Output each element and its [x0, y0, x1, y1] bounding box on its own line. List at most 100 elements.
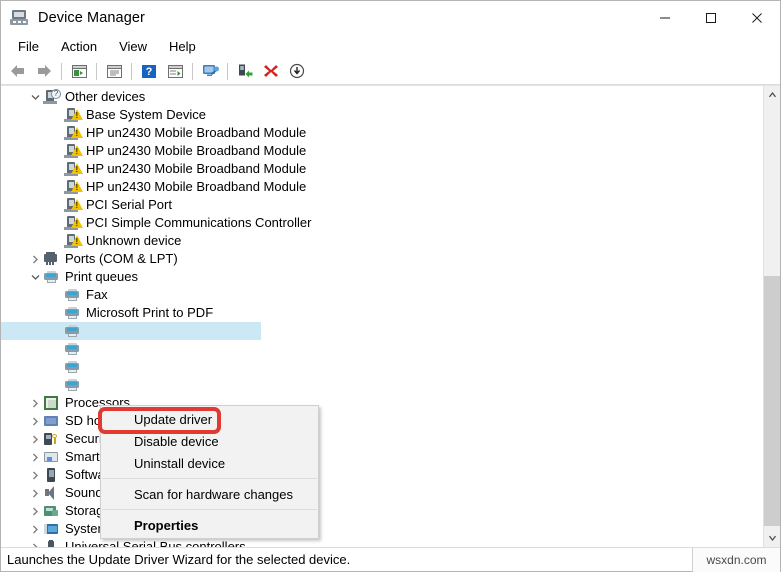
show-hide-action-pane-icon — [167, 64, 183, 78]
forward-icon — [38, 65, 51, 77]
minimize-button[interactable] — [642, 1, 688, 35]
tree-expander[interactable] — [27, 525, 43, 534]
uninstall-device-button[interactable] — [259, 60, 283, 83]
tree-row-label: Fax — [86, 287, 108, 302]
tree-row-label: Universal Serial Bus controllers — [65, 539, 246, 547]
tree-expander[interactable] — [27, 94, 43, 101]
toolbar: ? — [1, 58, 780, 85]
back-icon — [11, 65, 24, 77]
tree-row[interactable]: HP un2430 Mobile Broadband Module — [1, 178, 763, 196]
close-icon — [752, 13, 762, 23]
context-menu-item-disable-device[interactable]: Disable device — [101, 430, 318, 452]
tree-row-label: HP un2430 Mobile Broadband Module — [86, 179, 307, 194]
context-menu[interactable]: Update driver Disable device Uninstall dev… — [100, 405, 319, 539]
update-driver-icon — [238, 64, 252, 78]
disable-device-button[interactable] — [285, 60, 309, 83]
printer-icon — [64, 287, 81, 303]
context-menu-separator — [102, 478, 317, 479]
device-warning-icon — [64, 107, 83, 123]
tree-row[interactable] — [1, 376, 763, 394]
tree-expander[interactable] — [27, 435, 43, 444]
device-warning-icon — [64, 179, 83, 195]
context-menu-item-properties[interactable]: Properties — [101, 514, 318, 536]
properties-button[interactable] — [102, 60, 126, 83]
tree-row[interactable]: HP un2430 Mobile Broadband Module — [1, 124, 763, 142]
status-bar: Launches the Update Driver Wizard for th… — [1, 547, 780, 572]
context-menu-item-scan-for-hardware-changes[interactable]: Scan for hardware changes — [101, 483, 318, 505]
tree-row[interactable]: PCI Simple Communications Controller — [1, 214, 763, 232]
context-menu-separator — [102, 509, 317, 510]
window-controls — [642, 1, 780, 35]
tree-row[interactable]: Universal Serial Bus controllers — [1, 538, 763, 547]
toolbar-separator — [96, 62, 97, 80]
tree-row[interactable]: Base System Device — [1, 106, 763, 124]
chevron-right-icon — [32, 255, 38, 263]
menu-bar: File Action View Help — [1, 35, 780, 58]
device-warning-icon — [64, 197, 83, 213]
help-icon: ? — [142, 64, 156, 78]
tree-row-label: HP un2430 Mobile Broadband Module — [86, 125, 307, 140]
chevron-right-icon — [32, 525, 38, 533]
tree-row[interactable] — [1, 358, 763, 376]
close-button[interactable] — [734, 1, 780, 35]
system-device-icon — [43, 521, 60, 537]
tree-expander[interactable] — [27, 489, 43, 498]
tree-expander[interactable] — [27, 471, 43, 480]
tree-expander[interactable] — [27, 399, 43, 408]
chevron-down-icon — [31, 94, 39, 100]
context-menu-item-update-driver[interactable]: Update driver — [101, 408, 318, 430]
vertical-scrollbar[interactable] — [763, 86, 780, 547]
maximize-button[interactable] — [688, 1, 734, 35]
disable-device-icon — [289, 63, 305, 79]
tree-row[interactable]: HP un2430 Mobile Broadband Module — [1, 160, 763, 178]
properties-icon — [106, 64, 122, 78]
back-button[interactable] — [6, 60, 30, 83]
port-icon — [43, 251, 60, 267]
tree-row[interactable]: Fax — [1, 286, 763, 304]
scroll-up-arrow-icon — [769, 92, 776, 98]
tree-row[interactable]: PCI Serial Port — [1, 196, 763, 214]
tree-row[interactable]: Print queues — [1, 268, 763, 286]
scroll-up-button[interactable] — [764, 86, 780, 103]
tree-expander[interactable] — [27, 255, 43, 264]
uninstall-device-icon — [264, 65, 278, 77]
tree-row[interactable] — [1, 322, 261, 340]
tree-row[interactable] — [1, 340, 763, 358]
help-button[interactable]: ? — [137, 60, 161, 83]
tree-row[interactable]: Microsoft Print to PDF — [1, 304, 763, 322]
menu-action[interactable]: Action — [50, 37, 108, 56]
show-hide-console-tree-button[interactable] — [67, 60, 91, 83]
scroll-down-button[interactable] — [764, 530, 780, 547]
tree-row[interactable]: HP un2430 Mobile Broadband Module — [1, 142, 763, 160]
chevron-right-icon — [32, 399, 38, 407]
tree-row[interactable]: Ports (COM & LPT) — [1, 250, 763, 268]
forward-button[interactable] — [32, 60, 56, 83]
tree-expander[interactable] — [27, 274, 43, 281]
tree-expander[interactable] — [27, 417, 43, 426]
tree-expander[interactable] — [27, 507, 43, 516]
storage-controller-icon — [43, 503, 60, 519]
toolbar-separator — [131, 62, 132, 80]
status-text: Launches the Update Driver Wizard for th… — [7, 552, 351, 567]
scrollbar-thumb[interactable] — [764, 276, 780, 526]
tree-expander[interactable] — [27, 453, 43, 462]
watermark: wsxdn.com — [692, 548, 780, 572]
tree-row-label: HP un2430 Mobile Broadband Module — [86, 161, 307, 176]
chevron-right-icon — [32, 435, 38, 443]
tree-row[interactable]: Unknown device — [1, 232, 763, 250]
sd-host-icon — [43, 413, 60, 429]
printer-icon — [64, 341, 81, 357]
menu-view[interactable]: View — [108, 37, 158, 56]
update-driver-button[interactable] — [233, 60, 257, 83]
menu-file[interactable]: File — [7, 37, 50, 56]
tree-row-label: Other devices — [65, 89, 146, 104]
context-menu-item-uninstall-device[interactable]: Uninstall device — [101, 452, 318, 474]
scan-for-hardware-changes-button[interactable] — [198, 60, 222, 83]
processor-icon — [43, 395, 60, 411]
chevron-right-icon — [32, 471, 38, 479]
tree-row[interactable]: ? Other devices — [1, 88, 763, 106]
menu-help[interactable]: Help — [158, 37, 207, 56]
show-hide-action-pane-button[interactable] — [163, 60, 187, 83]
printer-icon — [64, 323, 81, 339]
chevron-right-icon — [32, 417, 38, 425]
